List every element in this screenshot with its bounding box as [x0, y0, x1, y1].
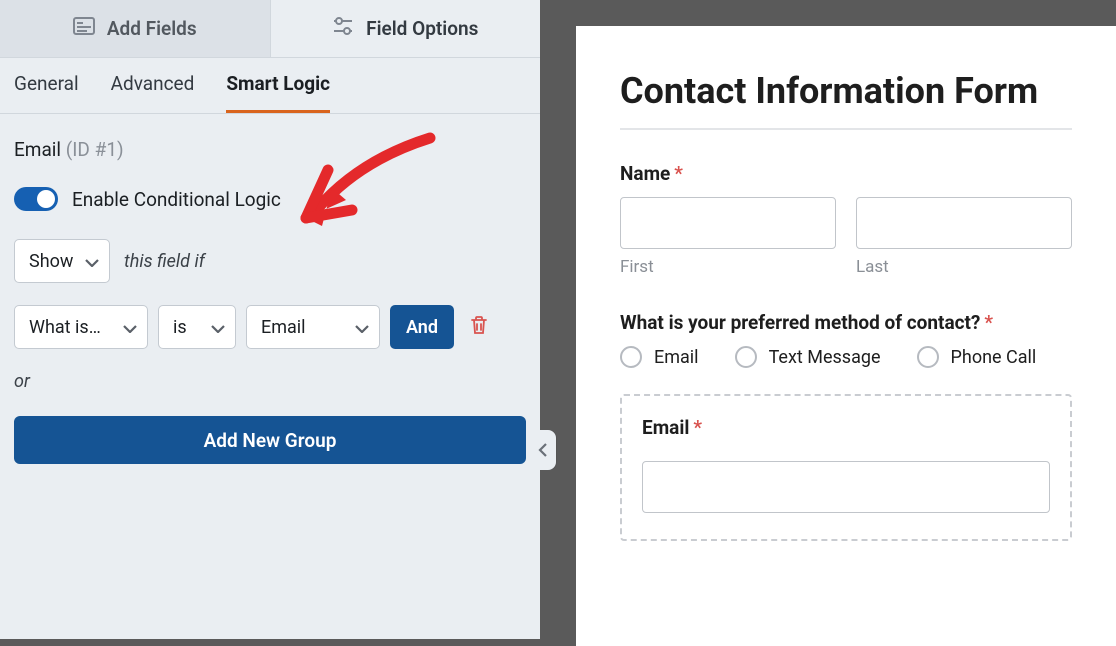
contact-method-radios: Email Text Message Phone Call — [620, 346, 1072, 368]
or-separator: or — [0, 357, 540, 400]
subtab-advanced[interactable]: Advanced — [111, 58, 195, 113]
radio-phone-call[interactable]: Phone Call — [917, 346, 1037, 368]
rule-row: What is… is Email And — [0, 291, 540, 357]
radio-icon — [917, 346, 939, 368]
radio-text-label: Text Message — [769, 347, 881, 368]
sliders-icon — [332, 17, 354, 40]
email-field-section[interactable]: Email* — [620, 394, 1072, 541]
required-asterisk: * — [674, 162, 683, 185]
rule-operator-value: is — [173, 317, 187, 338]
condition-row: Show this field if — [0, 231, 540, 291]
radio-email-label: Email — [654, 347, 699, 368]
email-label: Email* — [642, 416, 1050, 439]
tab-add-fields[interactable]: Add Fields — [0, 0, 271, 57]
tab-add-fields-label: Add Fields — [107, 17, 197, 40]
sub-tabs: General Advanced Smart Logic — [0, 58, 540, 114]
form-divider — [620, 128, 1072, 130]
required-asterisk: * — [984, 311, 993, 334]
rule-field-select[interactable]: What is… — [14, 305, 148, 349]
contact-method-label: What is your preferred method of contact… — [620, 311, 1072, 334]
last-name-col: Last — [856, 197, 1072, 277]
first-name-input[interactable] — [620, 197, 836, 249]
email-input[interactable] — [642, 461, 1050, 513]
form-preview: Contact Information Form Name* First Las… — [540, 0, 1116, 639]
delete-rule-button[interactable] — [464, 309, 494, 345]
tab-field-options[interactable]: Field Options — [271, 0, 541, 57]
rule-operator-select[interactable]: is — [158, 305, 236, 349]
last-name-sublabel: Last — [856, 257, 1072, 277]
first-name-col: First — [620, 197, 836, 277]
toggle-label: Enable Conditional Logic — [72, 188, 281, 211]
toggle-row: Enable Conditional Logic — [0, 169, 540, 231]
show-hide-value: Show — [29, 251, 73, 272]
rule-value-select[interactable]: Email — [246, 305, 380, 349]
condition-suffix: this field if — [124, 251, 205, 272]
tab-field-options-label: Field Options — [366, 17, 478, 40]
subtab-smart-logic[interactable]: Smart Logic — [226, 58, 330, 113]
chevron-down-icon — [211, 317, 225, 338]
options-sidebar: Add Fields Field Options General Advance… — [0, 0, 540, 639]
add-group-button[interactable]: Add New Group — [14, 416, 526, 464]
add-fields-icon — [73, 17, 95, 40]
chevron-down-icon — [123, 317, 137, 338]
radio-text-message[interactable]: Text Message — [735, 346, 881, 368]
radio-phone-label: Phone Call — [951, 347, 1037, 368]
field-name: Email — [14, 138, 61, 161]
radio-icon — [620, 346, 642, 368]
first-name-sublabel: First — [620, 257, 836, 277]
name-label: Name* — [620, 162, 1072, 185]
rule-field-value: What is… — [29, 317, 101, 338]
conditional-logic-toggle[interactable] — [14, 187, 58, 211]
top-tabs: Add Fields Field Options — [0, 0, 540, 58]
subtab-general[interactable]: General — [14, 58, 79, 113]
field-id-row: Email (ID #1) — [0, 114, 540, 169]
radio-icon — [735, 346, 757, 368]
last-name-input[interactable] — [856, 197, 1072, 249]
required-asterisk: * — [693, 416, 702, 439]
form-title: Contact Information Form — [620, 70, 1072, 112]
chevron-down-icon — [355, 317, 369, 338]
show-hide-select[interactable]: Show — [14, 239, 110, 283]
toggle-knob — [37, 190, 55, 208]
chevron-down-icon — [85, 251, 99, 272]
name-row: First Last — [620, 197, 1072, 277]
and-button[interactable]: And — [390, 305, 454, 349]
radio-email[interactable]: Email — [620, 346, 699, 368]
field-id: (ID #1) — [66, 138, 124, 161]
rule-value-value: Email — [261, 317, 306, 338]
form-canvas: Contact Information Form Name* First Las… — [576, 26, 1116, 646]
